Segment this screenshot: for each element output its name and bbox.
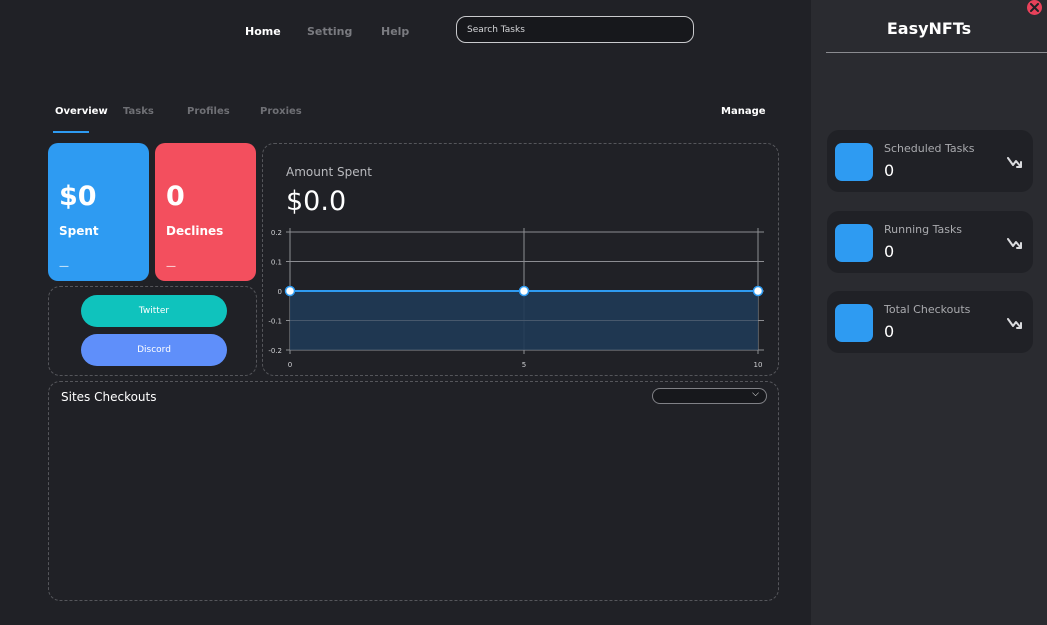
- running-tasks-label: Running Tasks: [884, 223, 963, 236]
- trend-arrow-icon: [1007, 157, 1022, 168]
- running-tasks-card: Running Tasks 0: [827, 211, 1033, 273]
- trend-arrow-icon: [1007, 318, 1022, 329]
- spent-value: $0: [59, 181, 97, 212]
- spent-label: Spent: [59, 224, 99, 238]
- scheduled-tasks-label: Scheduled Tasks: [884, 142, 975, 155]
- nav-setting[interactable]: Setting: [307, 25, 352, 38]
- amount-spent-value: $0.0: [286, 186, 347, 217]
- total-checkouts-value: 0: [884, 322, 895, 341]
- scheduled-tasks-value: 0: [884, 161, 895, 180]
- spent-foot: —: [59, 261, 69, 272]
- declines-foot: —: [166, 261, 176, 272]
- scheduled-tasks-icon: [835, 143, 873, 181]
- running-tasks-icon: [835, 224, 873, 262]
- twitter-button[interactable]: Twitter: [81, 295, 227, 327]
- tab-proxies[interactable]: Proxies: [260, 106, 302, 117]
- chevron-down-icon: ⌵: [752, 389, 759, 399]
- nav-help[interactable]: Help: [381, 25, 409, 38]
- total-checkouts-card: Total Checkouts 0: [827, 291, 1033, 353]
- tab-overview[interactable]: Overview: [55, 106, 108, 117]
- declines-label: Declines: [166, 224, 224, 238]
- trend-arrow-icon: [1007, 238, 1022, 249]
- sites-checkouts-title: Sites Checkouts: [61, 390, 157, 404]
- twitter-label: Twitter: [138, 306, 170, 316]
- discord-label: Discord: [137, 345, 171, 355]
- nav-home[interactable]: Home: [245, 25, 281, 38]
- declines-card: 0 Declines —: [155, 143, 256, 281]
- total-checkouts-label: Total Checkouts: [884, 303, 971, 316]
- tab-profiles[interactable]: Profiles: [187, 106, 230, 117]
- discord-button[interactable]: Discord: [81, 334, 227, 366]
- brand-title: EasyNFTs: [886, 19, 972, 38]
- declines-value: 0: [166, 181, 185, 212]
- manage-link[interactable]: Manage: [721, 106, 766, 117]
- spent-card: $0 Spent —: [48, 143, 149, 281]
- running-tasks-value: 0: [884, 242, 895, 261]
- brand-divider: [826, 52, 1047, 53]
- scheduled-tasks-card: Scheduled Tasks 0: [827, 130, 1033, 192]
- search-input[interactable]: [456, 16, 694, 43]
- total-checkouts-icon: [835, 304, 873, 342]
- main-area: Home Setting Help Overview Tasks Profile…: [0, 0, 811, 625]
- amount-spent-label: Amount Spent: [286, 165, 372, 179]
- active-tab-indicator: [53, 131, 89, 133]
- sites-checkouts-box: [48, 381, 779, 601]
- tab-tasks[interactable]: Tasks: [123, 106, 154, 117]
- close-icon[interactable]: [1027, 0, 1042, 15]
- sites-select[interactable]: ⌵: [652, 388, 767, 404]
